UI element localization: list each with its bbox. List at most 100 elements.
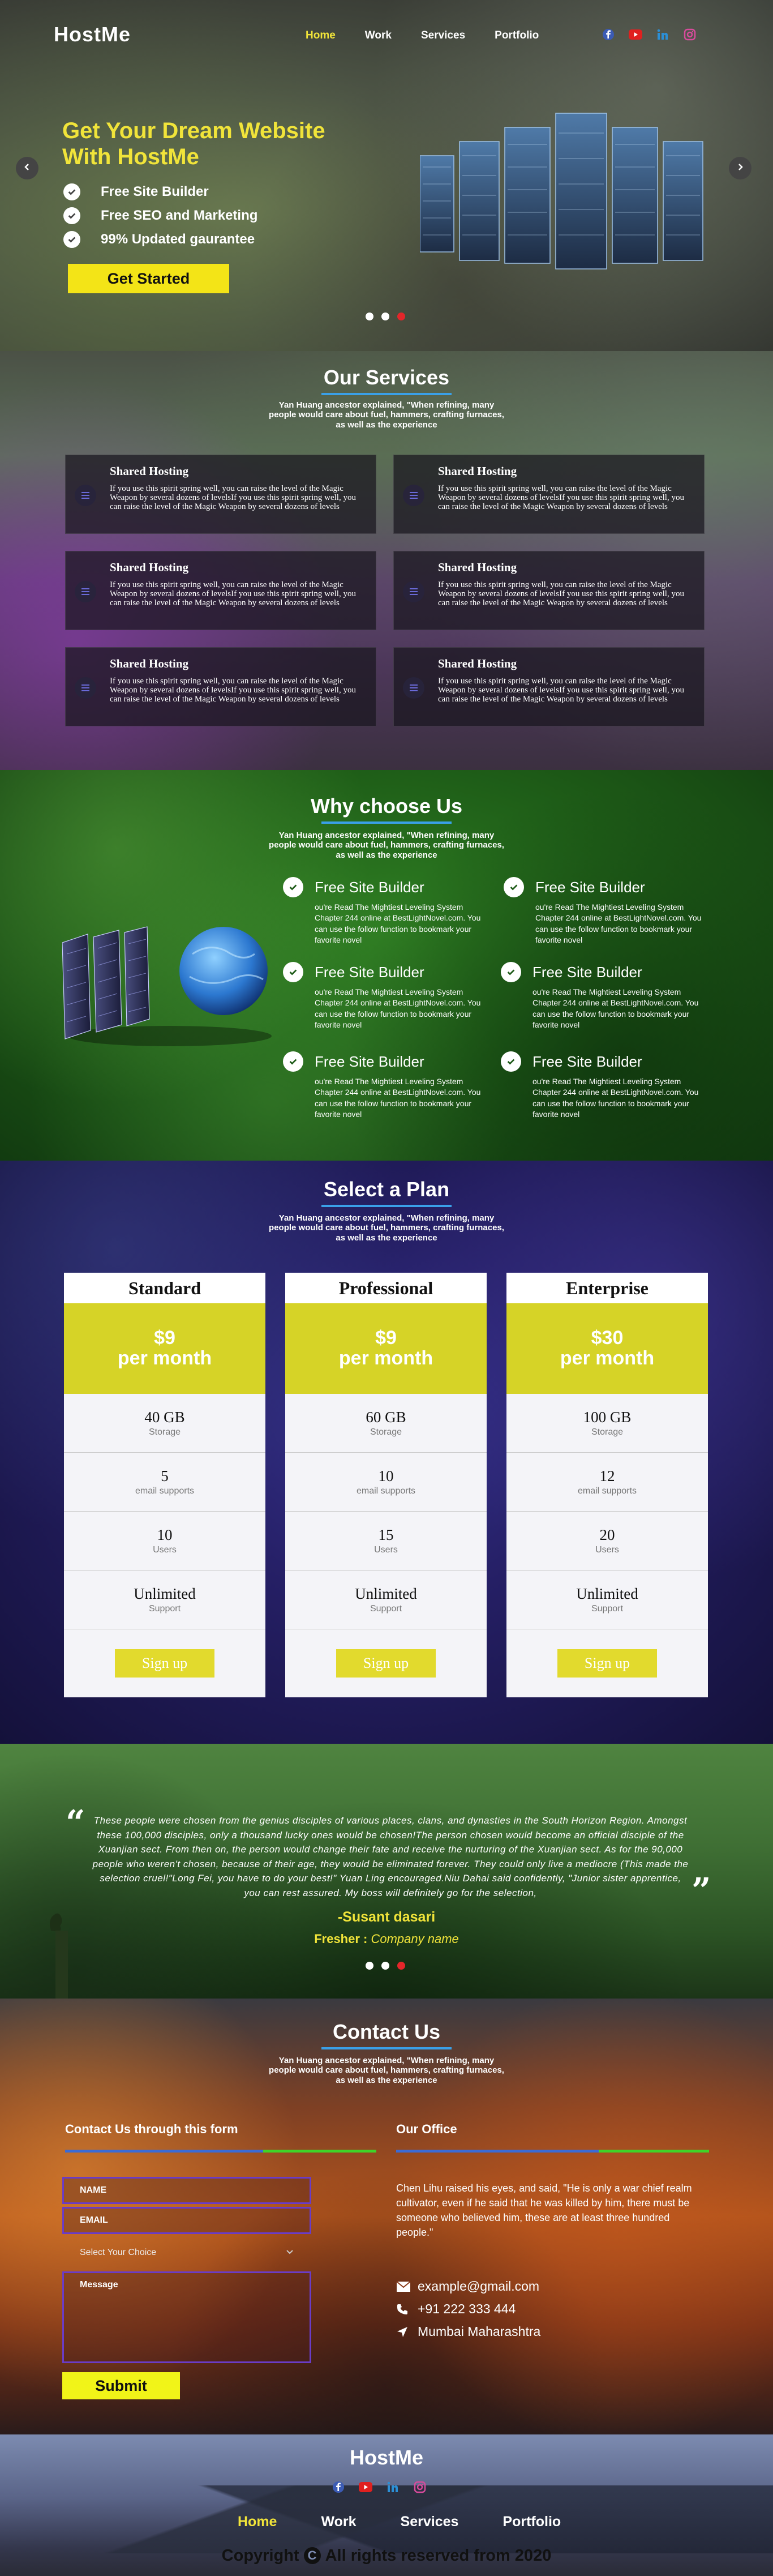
footer-item-portfolio[interactable]: Portfolio bbox=[503, 2514, 561, 2530]
message-textarea[interactable]: Message bbox=[62, 2271, 311, 2363]
plan-feature: 5 email supports bbox=[64, 1453, 265, 1512]
instagram-icon[interactable] bbox=[682, 27, 697, 42]
get-started-button[interactable]: Get Started bbox=[68, 264, 229, 293]
service-card[interactable]: Shared Hosting If you use this spirit sp… bbox=[65, 551, 376, 630]
name-field[interactable]: NAME bbox=[62, 2177, 311, 2204]
plans-title: Select a Plan bbox=[323, 1178, 450, 1201]
check-circle-icon bbox=[283, 962, 303, 982]
plan-feature-value: Unlimited bbox=[134, 1585, 196, 1602]
facebook-icon[interactable] bbox=[601, 27, 616, 42]
footer-item-home[interactable]: Home bbox=[238, 2514, 277, 2530]
service-card-text: If you use this spirit spring well, you … bbox=[110, 484, 356, 511]
sign-up-button[interactable]: Sign up bbox=[336, 1649, 436, 1678]
plan-feature-value: 10 bbox=[378, 1467, 394, 1484]
plan-price-block: $9 per month bbox=[64, 1303, 265, 1394]
carousel-next-button[interactable] bbox=[729, 157, 751, 179]
heading-underline-blue bbox=[396, 2150, 599, 2153]
carousel-dot-active[interactable] bbox=[397, 313, 405, 320]
why-item-title: Free Site Builder bbox=[315, 878, 424, 896]
plan-feature-label: Storage bbox=[370, 1427, 402, 1437]
plan-feature: 10 email supports bbox=[285, 1453, 487, 1512]
plan-feature-label: Support bbox=[591, 1604, 624, 1614]
service-card[interactable]: Shared Hosting If you use this spirit sp… bbox=[393, 647, 705, 726]
hero-feature: 99% Updated gaurantee bbox=[63, 228, 257, 251]
plan-feature: 15 Users bbox=[285, 1512, 487, 1571]
facebook-icon[interactable] bbox=[331, 2480, 346, 2494]
plan-period: per month bbox=[560, 1347, 655, 1369]
office-description: Chen Lihu raised his eyes, and said, "He… bbox=[396, 2183, 692, 2239]
submit-button[interactable]: Submit bbox=[62, 2372, 180, 2399]
footer-logo[interactable]: HostMe bbox=[0, 2446, 773, 2470]
service-card-text: If you use this spirit spring well, you … bbox=[438, 484, 684, 511]
testimonial-dot[interactable] bbox=[381, 1962, 389, 1970]
sign-up-button[interactable]: Sign up bbox=[115, 1649, 214, 1678]
nav-item-services[interactable]: Services bbox=[421, 29, 465, 42]
plan-feature: Unlimited Support bbox=[285, 1571, 487, 1629]
check-circle-icon bbox=[283, 1051, 303, 1072]
brand-logo[interactable]: HostMe bbox=[54, 23, 131, 46]
plan-feature: Unlimited Support bbox=[506, 1571, 708, 1629]
plan-name: Enterprise bbox=[566, 1278, 649, 1298]
footer-menu: Home Work Services Portfolio bbox=[238, 2514, 605, 2530]
carousel-dot[interactable] bbox=[381, 313, 389, 320]
title-underline bbox=[321, 821, 452, 824]
footer-item-services[interactable]: Services bbox=[401, 2514, 459, 2530]
why-item-title: Free Site Builder bbox=[535, 878, 645, 896]
footer-item-work[interactable]: Work bbox=[321, 2514, 356, 2530]
check-circle-icon bbox=[501, 962, 521, 982]
nav-item-work[interactable]: Work bbox=[365, 29, 392, 42]
youtube-icon[interactable] bbox=[628, 27, 643, 42]
plan-feature-value: 20 bbox=[599, 1526, 615, 1543]
hero-feature: Free Site Builder bbox=[63, 180, 257, 204]
open-quote-icon: “ bbox=[66, 1803, 85, 1843]
plan-feature: Unlimited Support bbox=[64, 1571, 265, 1629]
carousel-indicators bbox=[366, 313, 405, 320]
why-item-title: Free Site Builder bbox=[315, 1052, 424, 1070]
plan-card-standard: Standard $9 per month 40 GB Storage 5 emai… bbox=[64, 1273, 265, 1697]
envelope-icon bbox=[396, 2280, 418, 2292]
contact-phone[interactable]: +91 222 333 444 bbox=[418, 2301, 516, 2317]
contact-email[interactable]: example@gmail.com bbox=[418, 2279, 539, 2294]
hero-feature-list: Free Site Builder Free SEO and Marketing… bbox=[63, 180, 257, 251]
plan-feature-value: 5 bbox=[161, 1467, 169, 1484]
heading-underline-green bbox=[599, 2150, 709, 2153]
why-item-text: ou're Read The Mightiest Leveling System… bbox=[315, 987, 481, 1029]
why-item: Free Site Builder ou're Read The Mightie… bbox=[283, 1050, 487, 1120]
why-item-title: Free Site Builder bbox=[315, 963, 424, 981]
email-field[interactable]: EMAIL bbox=[62, 2207, 311, 2234]
instagram-icon[interactable] bbox=[413, 2480, 427, 2494]
footer-social-links bbox=[331, 2480, 427, 2494]
office-heading: Our Office bbox=[396, 2122, 457, 2136]
choice-select[interactable]: Select Your Choice bbox=[62, 2239, 311, 2266]
youtube-icon[interactable] bbox=[358, 2480, 373, 2494]
location-arrow-icon bbox=[396, 2326, 418, 2338]
carousel-dot[interactable] bbox=[366, 313, 373, 320]
menu-lines-icon bbox=[75, 581, 96, 602]
service-card[interactable]: Shared Hosting If you use this spirit sp… bbox=[393, 455, 705, 534]
services-subtitle: Yan Huang ancestor explained, "When refi… bbox=[269, 400, 504, 430]
nav-item-home[interactable]: Home bbox=[306, 29, 336, 42]
hero-feature-label: Free SEO and Marketing bbox=[101, 208, 258, 223]
linkedin-icon[interactable] bbox=[385, 2480, 400, 2494]
testimonial-quote: These people were chosen from the genius… bbox=[92, 1815, 689, 1898]
testimonial-dot-active[interactable] bbox=[397, 1962, 405, 1970]
linkedin-icon[interactable] bbox=[655, 27, 670, 42]
service-card[interactable]: Shared Hosting If you use this spirit sp… bbox=[393, 551, 705, 630]
plan-period: per month bbox=[338, 1347, 433, 1369]
plan-price: $30 bbox=[591, 1327, 624, 1349]
service-card[interactable]: Shared Hosting If you use this spirit sp… bbox=[65, 455, 376, 534]
contact-phone-row: +91 222 333 444 bbox=[396, 2301, 516, 2317]
plan-feature-label: Users bbox=[153, 1545, 177, 1555]
check-circle-icon bbox=[283, 877, 303, 897]
sign-up-button[interactable]: Sign up bbox=[557, 1649, 657, 1678]
service-card-text: If you use this spirit spring well, you … bbox=[438, 677, 684, 704]
why-item: Free Site Builder ou're Read The Mightie… bbox=[501, 961, 705, 1030]
carousel-prev-button[interactable] bbox=[16, 157, 38, 179]
testimonial-role-label: Fresher : bbox=[314, 1932, 368, 1946]
testimonial-dot[interactable] bbox=[366, 1962, 373, 1970]
pricing-section: Select a Plan Yan Huang ancestor explain… bbox=[0, 1161, 773, 1744]
service-card[interactable]: Shared Hosting If you use this spirit sp… bbox=[65, 647, 376, 726]
plan-price-block: $9 per month bbox=[285, 1303, 487, 1394]
menu-lines-icon bbox=[403, 581, 424, 602]
nav-item-portfolio[interactable]: Portfolio bbox=[495, 29, 539, 42]
